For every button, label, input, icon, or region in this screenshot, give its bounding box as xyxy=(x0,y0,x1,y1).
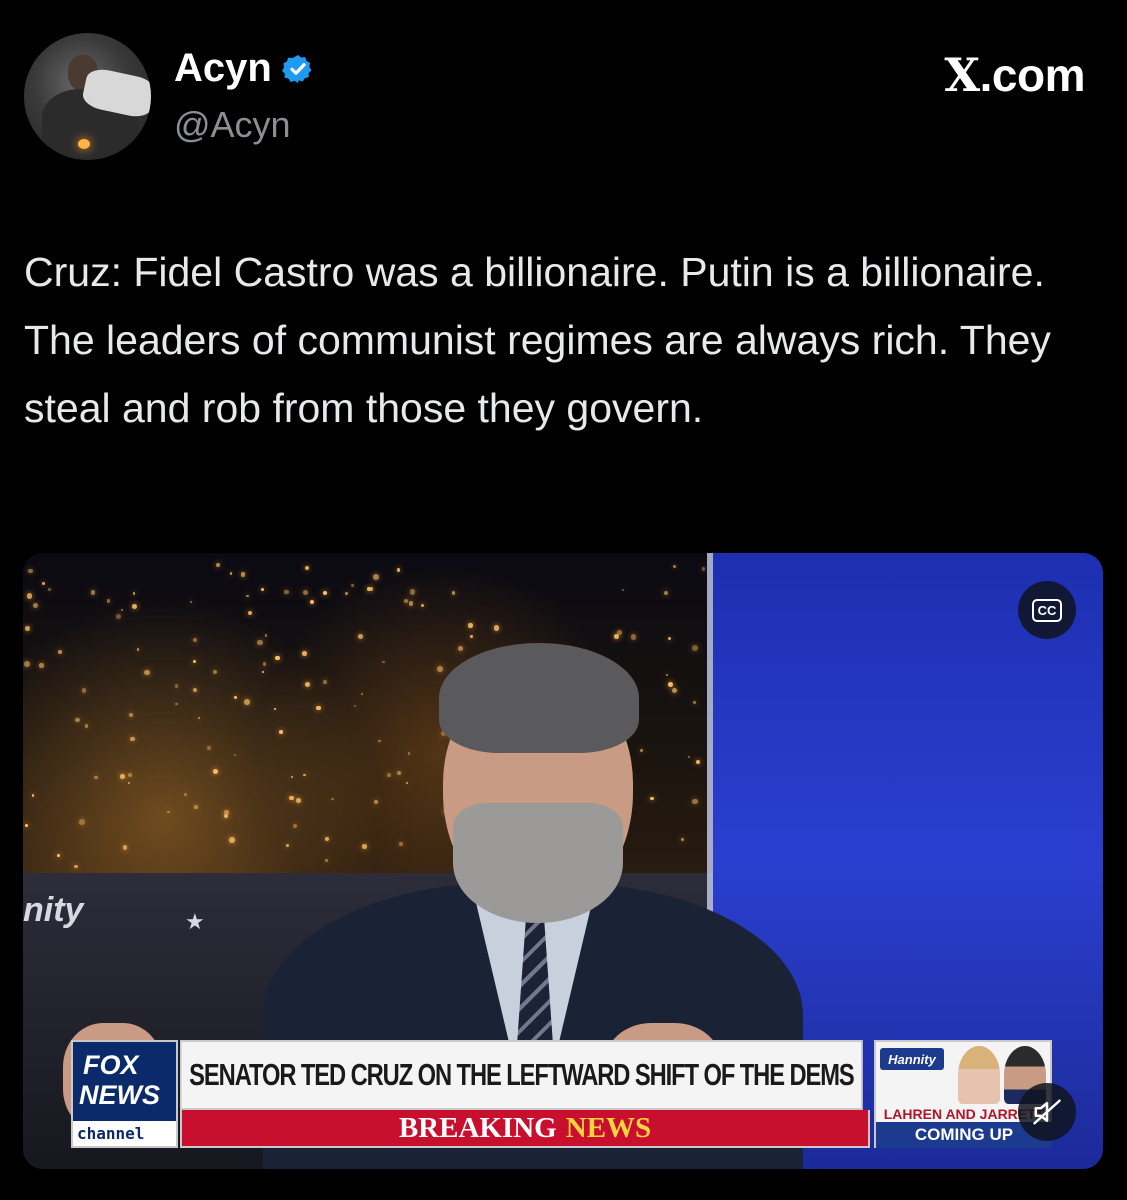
city-light xyxy=(24,660,31,667)
city-light xyxy=(246,594,249,598)
show-logo: nity xyxy=(23,891,84,929)
city-light xyxy=(183,793,187,797)
city-light xyxy=(702,567,706,571)
speaker-beard xyxy=(453,803,623,923)
star-icon: ★ xyxy=(185,909,205,934)
news-chyron: FOX NEWS channel SENATOR TED CRUZ ON THE… xyxy=(71,1040,1081,1148)
city-light xyxy=(48,588,52,592)
promo-host-left xyxy=(958,1046,1000,1104)
city-light xyxy=(167,810,170,814)
avatar-light xyxy=(78,139,90,149)
muted-speaker-icon xyxy=(1033,1099,1061,1125)
city-light xyxy=(122,845,128,850)
city-light xyxy=(372,573,379,580)
hannity-logo: Hannity xyxy=(880,1048,944,1070)
news-word: NEWS xyxy=(565,1111,652,1144)
city-light xyxy=(193,638,197,642)
city-light xyxy=(243,698,250,705)
city-light xyxy=(193,687,198,692)
city-light xyxy=(197,716,200,720)
city-light xyxy=(107,599,111,603)
city-light xyxy=(28,568,33,574)
city-light xyxy=(215,563,220,567)
captions-icon: CC xyxy=(1031,598,1063,622)
city-light xyxy=(396,568,401,572)
city-light xyxy=(26,592,33,599)
city-light xyxy=(41,581,46,586)
city-light xyxy=(81,688,87,693)
city-light xyxy=(234,696,237,699)
tweet-video[interactable]: nity ★ CC FOX NEWS channel SENATOR TED C… xyxy=(23,553,1103,1169)
city-light xyxy=(74,864,79,869)
city-light xyxy=(207,746,211,750)
fox-news-logo: FOX NEWS channel xyxy=(71,1040,178,1148)
city-light xyxy=(130,736,136,742)
city-light xyxy=(115,614,122,620)
speaker-hair xyxy=(439,643,639,753)
city-light xyxy=(247,610,252,615)
city-light xyxy=(212,768,218,774)
fox-logo-line3: channel xyxy=(77,1124,145,1143)
city-light xyxy=(144,669,150,675)
x-logo-letter: X xyxy=(944,48,980,102)
city-light xyxy=(129,712,134,717)
city-light xyxy=(240,571,246,577)
city-light xyxy=(120,608,124,611)
city-light xyxy=(229,836,236,843)
x-brand-watermark: X.com xyxy=(944,48,1085,102)
city-light xyxy=(24,626,30,631)
city-light xyxy=(132,592,136,595)
city-light xyxy=(127,772,133,778)
city-light xyxy=(120,774,125,779)
breaking-news-banner: BREAKING NEWS xyxy=(180,1110,870,1148)
city-light xyxy=(136,648,140,652)
city-light xyxy=(229,572,233,575)
fox-logo-line1: FOX xyxy=(83,1050,139,1080)
city-light xyxy=(192,659,197,664)
author-display-name[interactable]: Acyn xyxy=(174,46,272,91)
city-light xyxy=(79,819,86,825)
city-light xyxy=(32,603,38,609)
city-light xyxy=(223,814,229,819)
city-light xyxy=(39,663,44,668)
mute-button[interactable] xyxy=(1018,1083,1076,1141)
fox-logo-line2: NEWS xyxy=(79,1080,160,1110)
city-light xyxy=(174,683,179,688)
city-light xyxy=(212,669,217,675)
verified-badge-icon xyxy=(281,54,312,83)
city-light xyxy=(25,823,28,827)
city-light xyxy=(189,600,192,603)
author-name-row[interactable]: Acyn xyxy=(174,46,314,91)
breaking-word: BREAKING xyxy=(398,1111,557,1144)
city-light xyxy=(193,805,198,810)
city-light xyxy=(128,782,131,785)
city-light xyxy=(131,604,137,610)
city-light xyxy=(90,590,96,595)
city-light xyxy=(94,776,98,780)
city-light xyxy=(233,753,236,756)
city-light xyxy=(75,717,80,723)
city-light xyxy=(673,565,677,569)
author-handle[interactable]: @Acyn xyxy=(174,104,291,146)
author-avatar[interactable] xyxy=(24,33,151,160)
tweet-text: Cruz: Fidel Castro was a billionaire. Pu… xyxy=(24,249,1051,431)
city-light xyxy=(175,702,178,706)
city-light xyxy=(58,649,63,654)
city-light xyxy=(84,724,89,728)
chyron-headline: SENATOR TED CRUZ ON THE LEFTWARD SHIFT O… xyxy=(180,1040,863,1110)
city-light xyxy=(57,854,60,857)
city-light xyxy=(31,794,35,797)
captions-button[interactable]: CC xyxy=(1018,581,1076,639)
city-light xyxy=(304,565,309,570)
